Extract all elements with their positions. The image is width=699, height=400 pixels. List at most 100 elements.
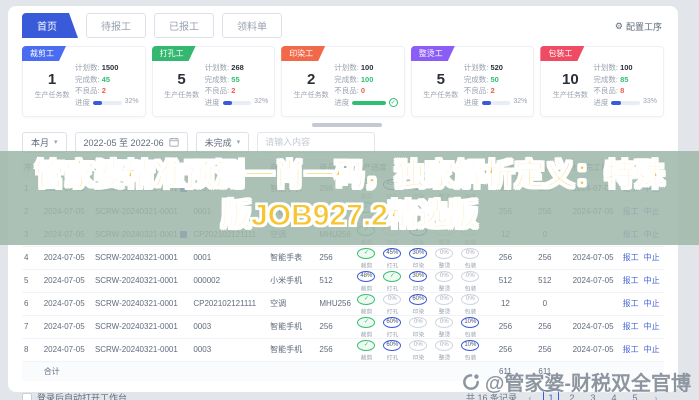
- card-stat: 计划数: 268: [205, 62, 269, 74]
- process-step: ✓打孔: [381, 271, 404, 293]
- step-percent: 0%: [383, 294, 401, 305]
- cell-code: 0003: [191, 322, 268, 331]
- step-check-icon: ✓: [357, 248, 375, 259]
- progress-label: 进度: [334, 97, 349, 109]
- process-step: 0%包装: [459, 248, 482, 270]
- cell-unfinished-qty: 256: [524, 253, 565, 262]
- step-percent: 0%: [435, 271, 453, 282]
- report-work-link[interactable]: 报工: [623, 299, 639, 308]
- date-range-picker[interactable]: 2022-05 至 2022-06: [75, 132, 188, 153]
- card-progress: 进度32%: [75, 97, 139, 109]
- step-percent: 0%: [461, 248, 479, 259]
- chevron-down-icon: ▾: [54, 138, 58, 146]
- process-step: 60% 打孔: [381, 340, 404, 362]
- card-progress: 进度 32%: [464, 97, 528, 109]
- process-step: 0%包装: [459, 294, 482, 316]
- card-stat: 完成数: 85: [593, 74, 657, 86]
- cell-no: 4: [22, 253, 42, 262]
- kpi-card: 印染工2生产任务数计划数: 100完成数: 100不良品: 0进度✓: [281, 46, 405, 117]
- abort-link[interactable]: 中止: [644, 322, 660, 331]
- auto-open-checkbox[interactable]: 登录后自动打开工作台: [22, 391, 127, 400]
- process-step: ✓裁剪: [355, 340, 378, 362]
- process-step: 0%打孔: [381, 294, 404, 316]
- card-stat: 完成数: 55: [205, 74, 269, 86]
- cell-actions: 报工中止: [621, 321, 664, 332]
- card-stat: 不良品: 8: [593, 85, 657, 97]
- abort-link[interactable]: 中止: [644, 299, 660, 308]
- progress-fill: [482, 101, 491, 105]
- kpi-card: 打孔工5生产任务数计划数: 268完成数: 55不良品: 2进度32%: [152, 46, 276, 117]
- stat-value: 100: [620, 63, 633, 72]
- cell-date: 2024-07-05: [42, 299, 93, 308]
- table-row[interactable]: 52024-07-05SCRW-20240321-0001000002小米手机5…: [22, 270, 664, 293]
- abort-link[interactable]: 中止: [644, 345, 660, 354]
- tab-1[interactable]: 待报工: [86, 13, 146, 38]
- cell-order: SCRW-20240321-0001: [93, 276, 191, 285]
- progress-label: 进度: [464, 97, 479, 109]
- step-label: 包装: [460, 330, 481, 339]
- cell-spec: 512: [317, 276, 352, 285]
- process-step: 10%包装: [459, 340, 482, 362]
- step-percent: 0%: [461, 271, 479, 282]
- task-count-label: 生产任务数: [418, 90, 464, 100]
- table-row[interactable]: 72024-07-05SCRW-20240321-00010003智能手机256…: [22, 316, 664, 339]
- progress-percent: 33%: [643, 97, 657, 108]
- step-label: 打孔: [382, 284, 403, 293]
- cell-date: 2024-07-05: [42, 322, 93, 331]
- abort-link[interactable]: 中止: [644, 253, 660, 262]
- checkbox-icon[interactable]: [22, 393, 32, 400]
- abort-link[interactable]: 中止: [644, 276, 660, 285]
- period-select[interactable]: 本月 ▾: [22, 132, 67, 153]
- cell-order: SCRW-20240321-0001: [93, 345, 191, 354]
- stat-label: 计划数:: [593, 63, 620, 72]
- cell-actions: 报工中止: [621, 275, 664, 286]
- cell-due-date: 2024-07-05: [566, 322, 621, 331]
- stat-label: 完成数:: [593, 75, 620, 84]
- task-count-label: 生产任务数: [288, 90, 334, 100]
- stat-value: 100: [361, 75, 374, 84]
- search-input[interactable]: [257, 132, 375, 153]
- card-stat: 计划数: 520: [464, 62, 528, 74]
- progress-fill: [223, 101, 232, 105]
- cell-name: 智能手机: [268, 321, 317, 332]
- report-work-link[interactable]: 报工: [623, 253, 639, 262]
- table-row[interactable]: 42024-07-05SCRW-20240321-00010001智能手表256…: [22, 247, 664, 270]
- configure-process-button[interactable]: ⚙ 配置工序: [615, 20, 662, 33]
- cell-plan-qty: 12: [487, 299, 524, 308]
- report-work-link[interactable]: 报工: [623, 322, 639, 331]
- step-label: 整烫: [434, 353, 455, 362]
- cards-scrollbar[interactable]: [22, 123, 664, 127]
- progress-bar: [482, 101, 511, 105]
- step-label: 打孔: [382, 261, 403, 270]
- report-work-link[interactable]: 报工: [623, 345, 639, 354]
- table-row[interactable]: 62024-07-05SCRW-20240321-0001CP202102121…: [22, 293, 664, 316]
- card-stat: 计划数: 100: [334, 62, 398, 74]
- step-percent: 60%: [383, 340, 401, 351]
- worker-badge: 裁剪工: [22, 46, 66, 61]
- progress-fill: [93, 101, 102, 105]
- task-count-label: 生产任务数: [159, 90, 205, 100]
- tab-0[interactable]: 首页: [22, 13, 78, 38]
- report-work-link[interactable]: 报工: [623, 276, 639, 285]
- stat-value: 268: [231, 63, 244, 72]
- auto-open-label: 登录后自动打开工作台: [37, 391, 127, 400]
- kpi-cards: 裁剪工1生产任务数计划数: 1500完成数: 45不良品: 2进度32%打孔工5…: [22, 46, 664, 117]
- stat-label: 计划数:: [334, 63, 361, 72]
- process-step: 0%整烫: [433, 294, 456, 316]
- scrollbar-thumb[interactable]: [312, 123, 382, 127]
- step-label: 印染: [408, 307, 429, 316]
- card-stat: 不良品: 2: [75, 85, 139, 97]
- stat-value: 0: [361, 86, 365, 95]
- progress-percent: 32%: [513, 97, 527, 108]
- step-label: 打孔: [382, 353, 403, 362]
- stat-label: 计划数:: [464, 63, 491, 72]
- cell-progress: ✓裁剪45%打孔30%印染0%整烫0%包装: [353, 245, 487, 270]
- tab-3[interactable]: 领料单: [222, 13, 282, 38]
- status-select[interactable]: 未完成 ▾: [196, 132, 250, 153]
- table-row[interactable]: 82024-07-05SCRW-20240321-00010003智能手机256…: [22, 339, 664, 362]
- step-percent: 0%: [461, 294, 479, 305]
- stat-label: 不良品:: [205, 86, 232, 95]
- stat-value: 8: [620, 86, 624, 95]
- tab-2[interactable]: 已报工: [154, 13, 214, 38]
- progress-fill: [611, 101, 620, 105]
